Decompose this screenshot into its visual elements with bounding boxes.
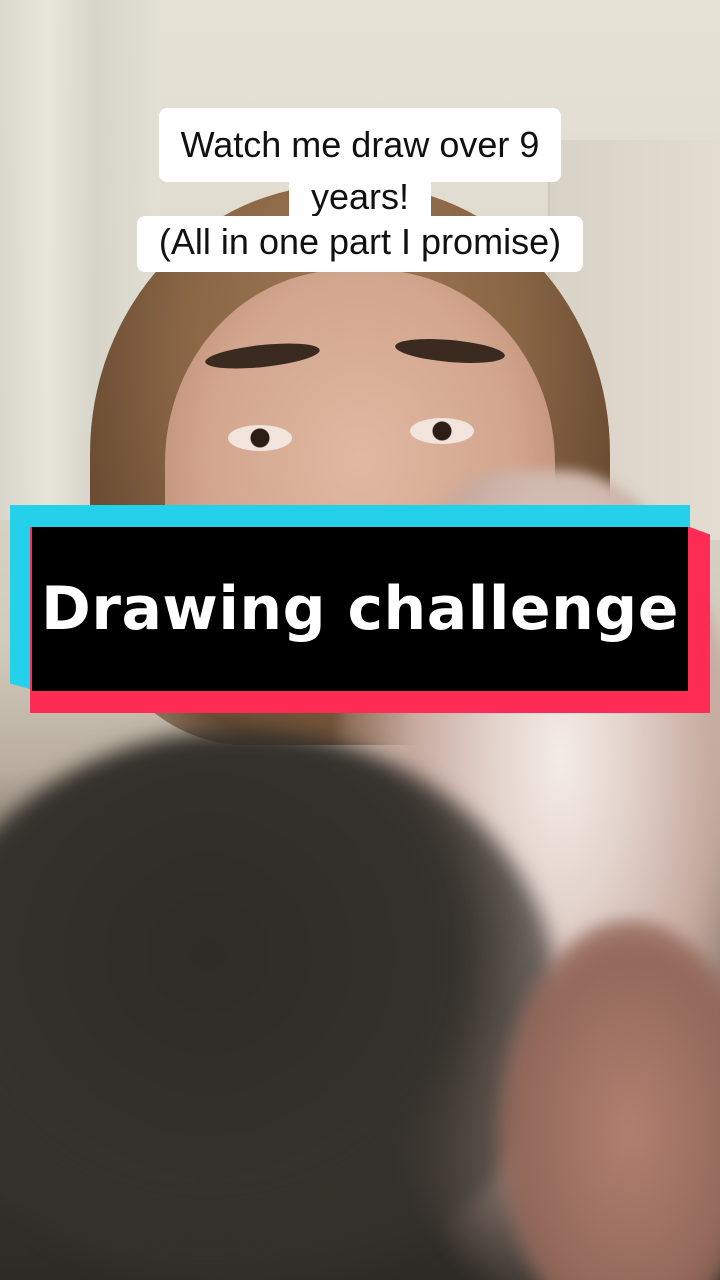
right-eye [410,418,474,444]
caption-line-3: (All in one part I promise) [136,216,584,272]
caption-line-1: Watch me draw over 9 [158,108,562,182]
caption-sticker: Watch me draw over 9 years! (All in one … [0,108,720,272]
banner-title: Drawing challenge [41,574,679,644]
title-banner: Drawing challenge [10,505,710,713]
banner-box: Drawing challenge [32,527,688,691]
video-frame[interactable]: Watch me draw over 9 years! (All in one … [0,0,720,1280]
left-eye [228,425,292,451]
caption-line-2: years! [288,176,432,220]
